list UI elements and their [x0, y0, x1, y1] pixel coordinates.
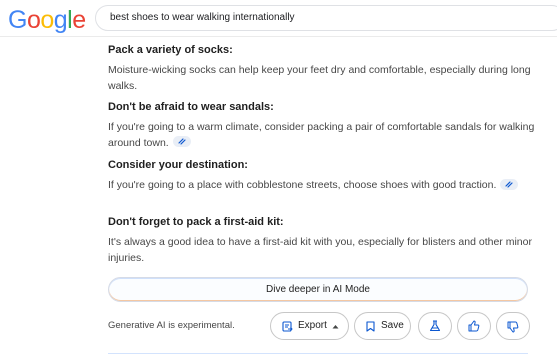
tip-item: Consider your destination: If you're goi…: [108, 158, 538, 194]
header-divider: [0, 36, 557, 37]
tip-body-text: If you're going to a warm climate, consi…: [108, 121, 535, 149]
tip-body-text: If you're going to a place with cobblest…: [108, 179, 497, 191]
save-label: Save: [381, 320, 404, 331]
bookmark-icon: [366, 321, 375, 332]
search-input[interactable]: best shoes to wear walking international…: [95, 5, 557, 31]
tip-title: Pack a variety of socks:: [108, 44, 233, 56]
thumbs-down-icon: [507, 321, 519, 333]
logo-letter: o: [40, 6, 54, 34]
logo-letter: G: [8, 6, 27, 34]
tip-item: Don't be afraid to wear sandals: If you'…: [108, 100, 538, 151]
top-bar: Google best shoes to wear walking intern…: [0, 0, 557, 36]
link-icon: [178, 138, 186, 145]
tip-body: If you're going to a place with cobblest…: [108, 178, 538, 194]
search-query: best shoes to wear walking international…: [110, 12, 295, 23]
dive-deeper-label: Dive deeper in AI Mode: [266, 284, 370, 295]
tip-body: Moisture-wicking socks can help keep you…: [108, 63, 538, 94]
export-button[interactable]: Export: [270, 312, 349, 340]
thumbs-up-icon: [468, 320, 480, 332]
source-link-chip[interactable]: [500, 178, 519, 190]
export-label: Export: [298, 320, 327, 331]
tip-body: It's always a good idea to have a first-…: [108, 235, 538, 266]
logo-letter: e: [72, 6, 86, 34]
caret-up-icon: [332, 325, 339, 329]
bottom-divider: [108, 353, 528, 354]
logo-letter: o: [26, 6, 41, 34]
tip-item: Don't forget to pack a first-aid kit: It…: [108, 215, 538, 266]
save-button[interactable]: Save: [354, 312, 411, 340]
tip-title: Don't be afraid to wear sandals:: [108, 101, 274, 113]
generative-ai-note: Generative AI is experimental.: [108, 320, 235, 331]
source-link-chip[interactable]: [172, 136, 191, 148]
export-icon: [282, 321, 293, 332]
link-icon: [505, 181, 514, 188]
google-logo[interactable]: Google: [8, 6, 86, 35]
tip-title: Don't forget to pack a first-aid kit:: [108, 216, 284, 228]
tip-body-text: It's always a good idea to have a first-…: [108, 236, 532, 264]
flask-icon: [429, 320, 441, 332]
logo-letter: g: [53, 6, 68, 34]
tip-body-text: Moisture-wicking socks can help keep you…: [108, 64, 531, 92]
tip-item: Pack a variety of socks: Moisture-wickin…: [108, 43, 538, 94]
thumbs-down-button[interactable]: [496, 312, 530, 340]
thumbs-up-button[interactable]: [457, 312, 491, 340]
tip-title: Consider your destination:: [108, 159, 248, 171]
labs-button[interactable]: [418, 312, 452, 340]
tip-body: If you're going to a warm climate, consi…: [108, 120, 538, 151]
dive-deeper-ai-mode-button[interactable]: Dive deeper in AI Mode: [108, 277, 528, 302]
